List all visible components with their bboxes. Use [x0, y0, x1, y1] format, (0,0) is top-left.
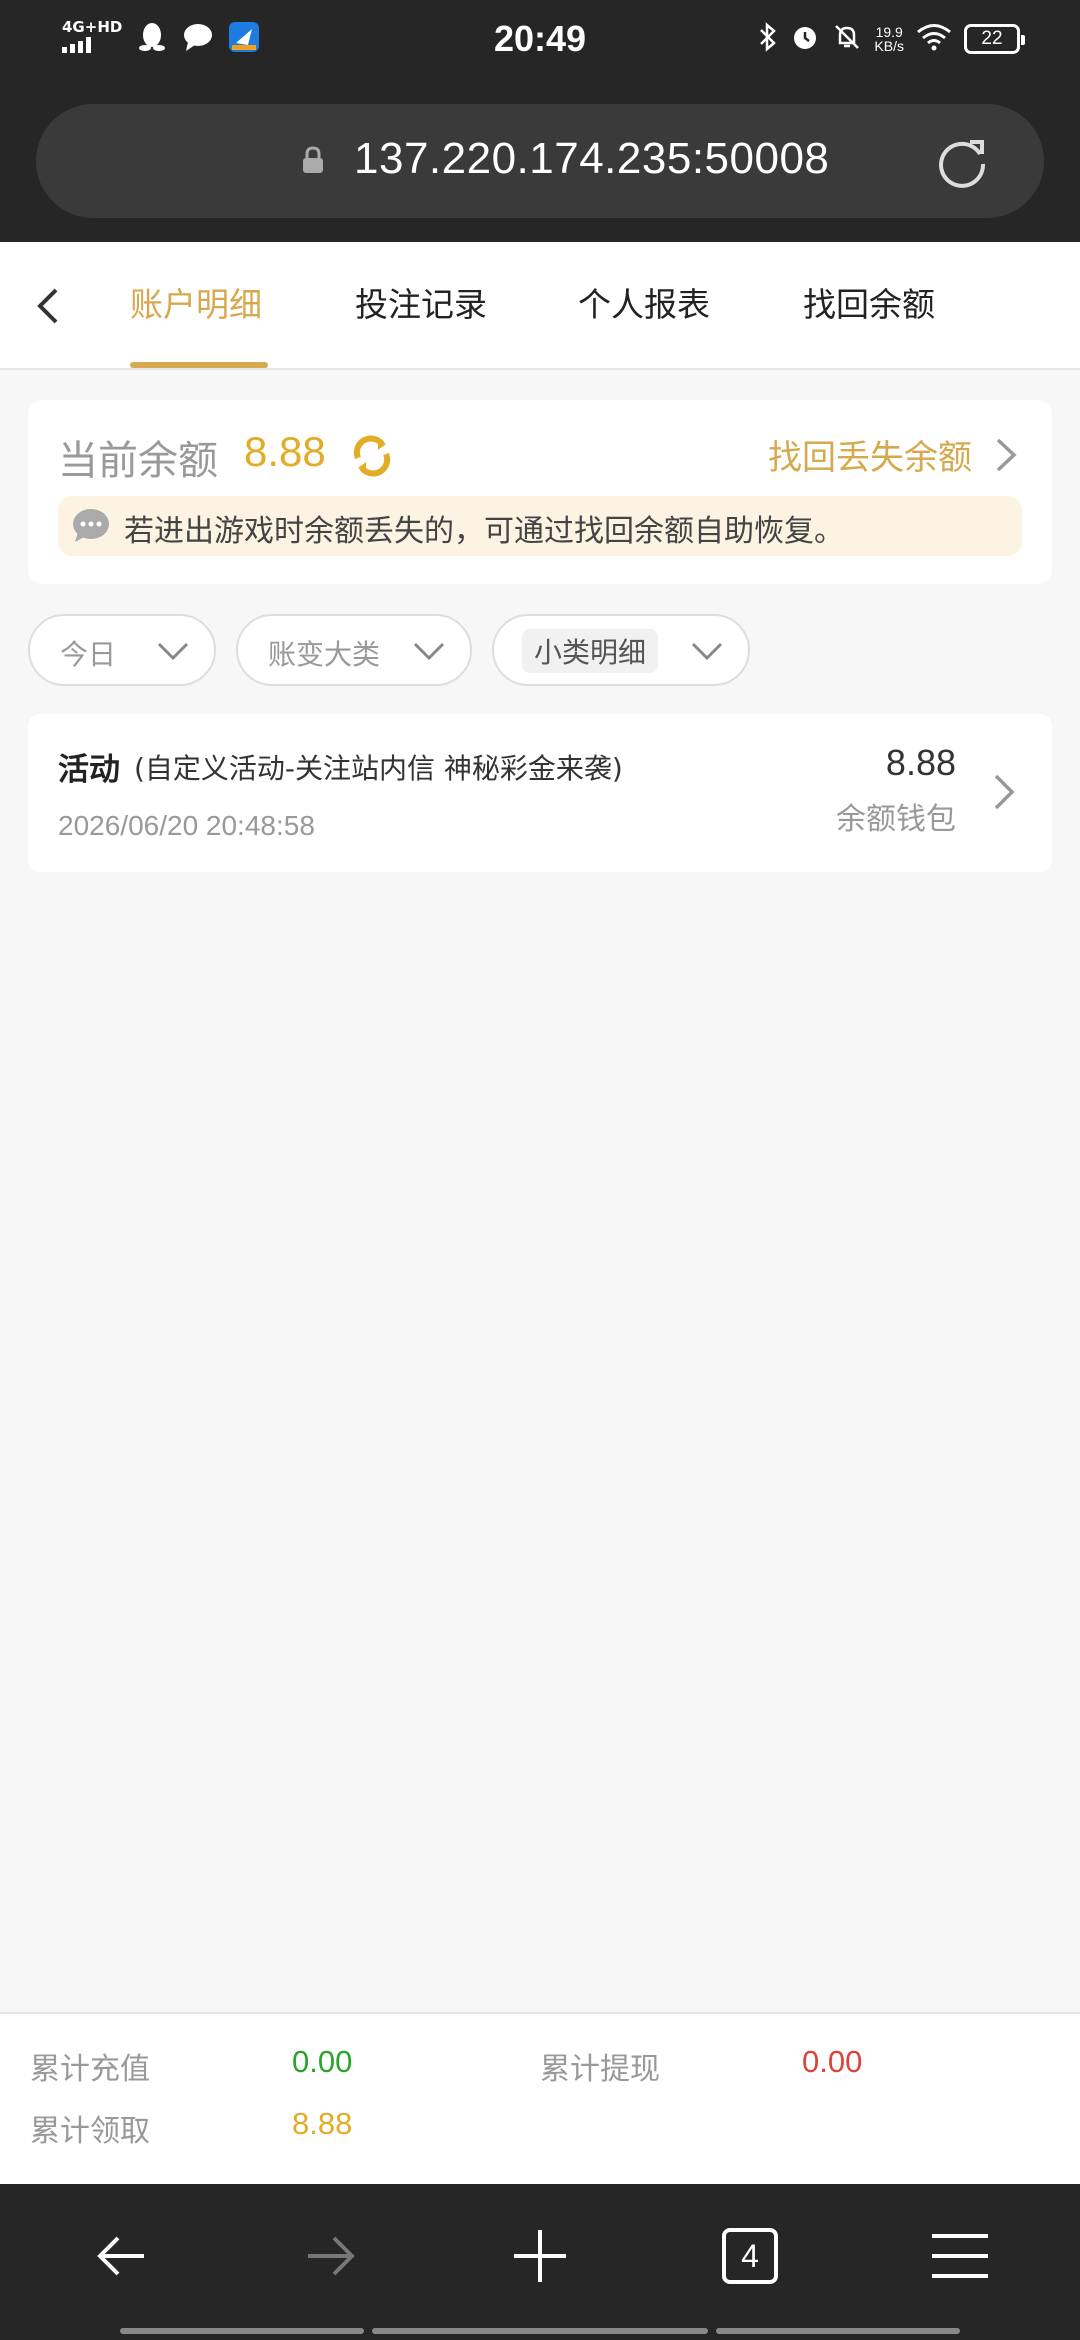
total-recharge-label: 累计充值: [30, 2052, 150, 2087]
back-icon[interactable]: [86, 2220, 158, 2292]
filter-category-label: 账变大类: [268, 638, 381, 671]
status-bar: 4G+HD 20:49 19.9 KB/s 22: [0, 0, 1080, 84]
balance-label: 当前余额: [58, 438, 218, 484]
menu-icon[interactable]: [924, 2220, 996, 2292]
mute-icon: [832, 22, 862, 56]
list-item[interactable]: 活动 (自定义活动-关注站内信 神秘彩金来袭) 2026/06/20 20:48…: [28, 714, 1052, 872]
url-text[interactable]: 137.220.174.235:50008: [354, 134, 829, 184]
tab-navigation: 账户明细 投注记录 个人报表 找回余额: [0, 242, 1080, 370]
notice-banner: 若进出游戏时余额丢失的，可通过找回余额自助恢复。: [58, 496, 1022, 556]
record-detail: (自定义活动-关注站内信 神秘彩金来袭): [134, 752, 623, 785]
gesture-bar: [120, 2328, 364, 2334]
total-recharge-value: 0.00: [292, 2044, 353, 2079]
tabs-icon[interactable]: 4: [714, 2220, 786, 2292]
gesture-bar: [716, 2328, 960, 2334]
total-withdraw-label: 累计提现: [540, 2052, 660, 2087]
active-tab-indicator: [130, 362, 268, 368]
filter-date-label: 今日: [60, 638, 117, 671]
reload-icon[interactable]: [932, 132, 992, 192]
filter-subcategory-label: 小类明细: [522, 629, 659, 673]
alarm-icon: [790, 22, 820, 56]
record-time: 2026/06/20 20:48:58: [58, 810, 315, 841]
new-tab-icon[interactable]: [504, 2220, 576, 2292]
battery-icon: 22: [964, 24, 1025, 54]
refresh-balance-icon[interactable]: [348, 432, 396, 480]
totals-footer: 累计充值 0.00 累计提现 0.00 累计领取 8.88: [0, 2012, 1080, 2184]
chevron-right-icon[interactable]: [992, 772, 1016, 812]
total-withdraw-value: 0.00: [802, 2044, 863, 2079]
filter-subcategory[interactable]: 小类明细: [492, 614, 750, 686]
lock-icon: [303, 146, 323, 173]
filter-date[interactable]: 今日: [28, 614, 216, 686]
speed-value: 19.9: [875, 24, 903, 40]
record-wallet: 余额钱包: [836, 802, 956, 837]
speed-unit: KB/s: [874, 38, 904, 54]
wifi-icon: [916, 23, 952, 55]
total-claim-label: 累计领取: [30, 2114, 150, 2149]
chat-bubble-icon: [73, 509, 109, 542]
back-arrow-icon[interactable]: [30, 286, 66, 326]
forward-icon[interactable]: [294, 2220, 366, 2292]
tab-recover-balance[interactable]: 找回余额: [803, 278, 935, 326]
chevron-down-icon: [691, 642, 723, 661]
balance-card: 当前余额 8.88 找回丢失余额 若进出游戏时余额丢失的，可通过找回余额自助恢复…: [28, 400, 1052, 584]
gesture-bar: [372, 2328, 708, 2334]
total-claim-value: 8.88: [292, 2106, 353, 2141]
tab-count: 4: [722, 2228, 778, 2284]
record-amount: 8.88: [885, 742, 956, 783]
chevron-right-icon[interactable]: [994, 436, 1018, 474]
tab-account-details[interactable]: 账户明细: [130, 278, 262, 326]
chevron-down-icon: [413, 642, 445, 661]
browser-bottom-bar: 4: [0, 2184, 1080, 2340]
notice-text: 若进出游戏时余额丢失的，可通过找回余额自助恢复。: [124, 514, 844, 549]
network-speed: 19.9 KB/s: [874, 25, 904, 53]
address-bar[interactable]: 137.220.174.235:50008: [36, 104, 1044, 218]
balance-value: 8.88: [244, 428, 326, 475]
tab-bet-records[interactable]: 投注记录: [355, 278, 487, 326]
bluetooth-icon: [758, 22, 778, 56]
record-type: 活动: [58, 752, 120, 788]
status-right: 19.9 KB/s 22: [758, 22, 1025, 56]
filter-category[interactable]: 账变大类: [236, 614, 472, 686]
chevron-down-icon: [157, 642, 189, 661]
recover-lost-balance-link[interactable]: 找回丢失余额: [768, 430, 972, 479]
tab-personal-report[interactable]: 个人报表: [578, 278, 710, 326]
